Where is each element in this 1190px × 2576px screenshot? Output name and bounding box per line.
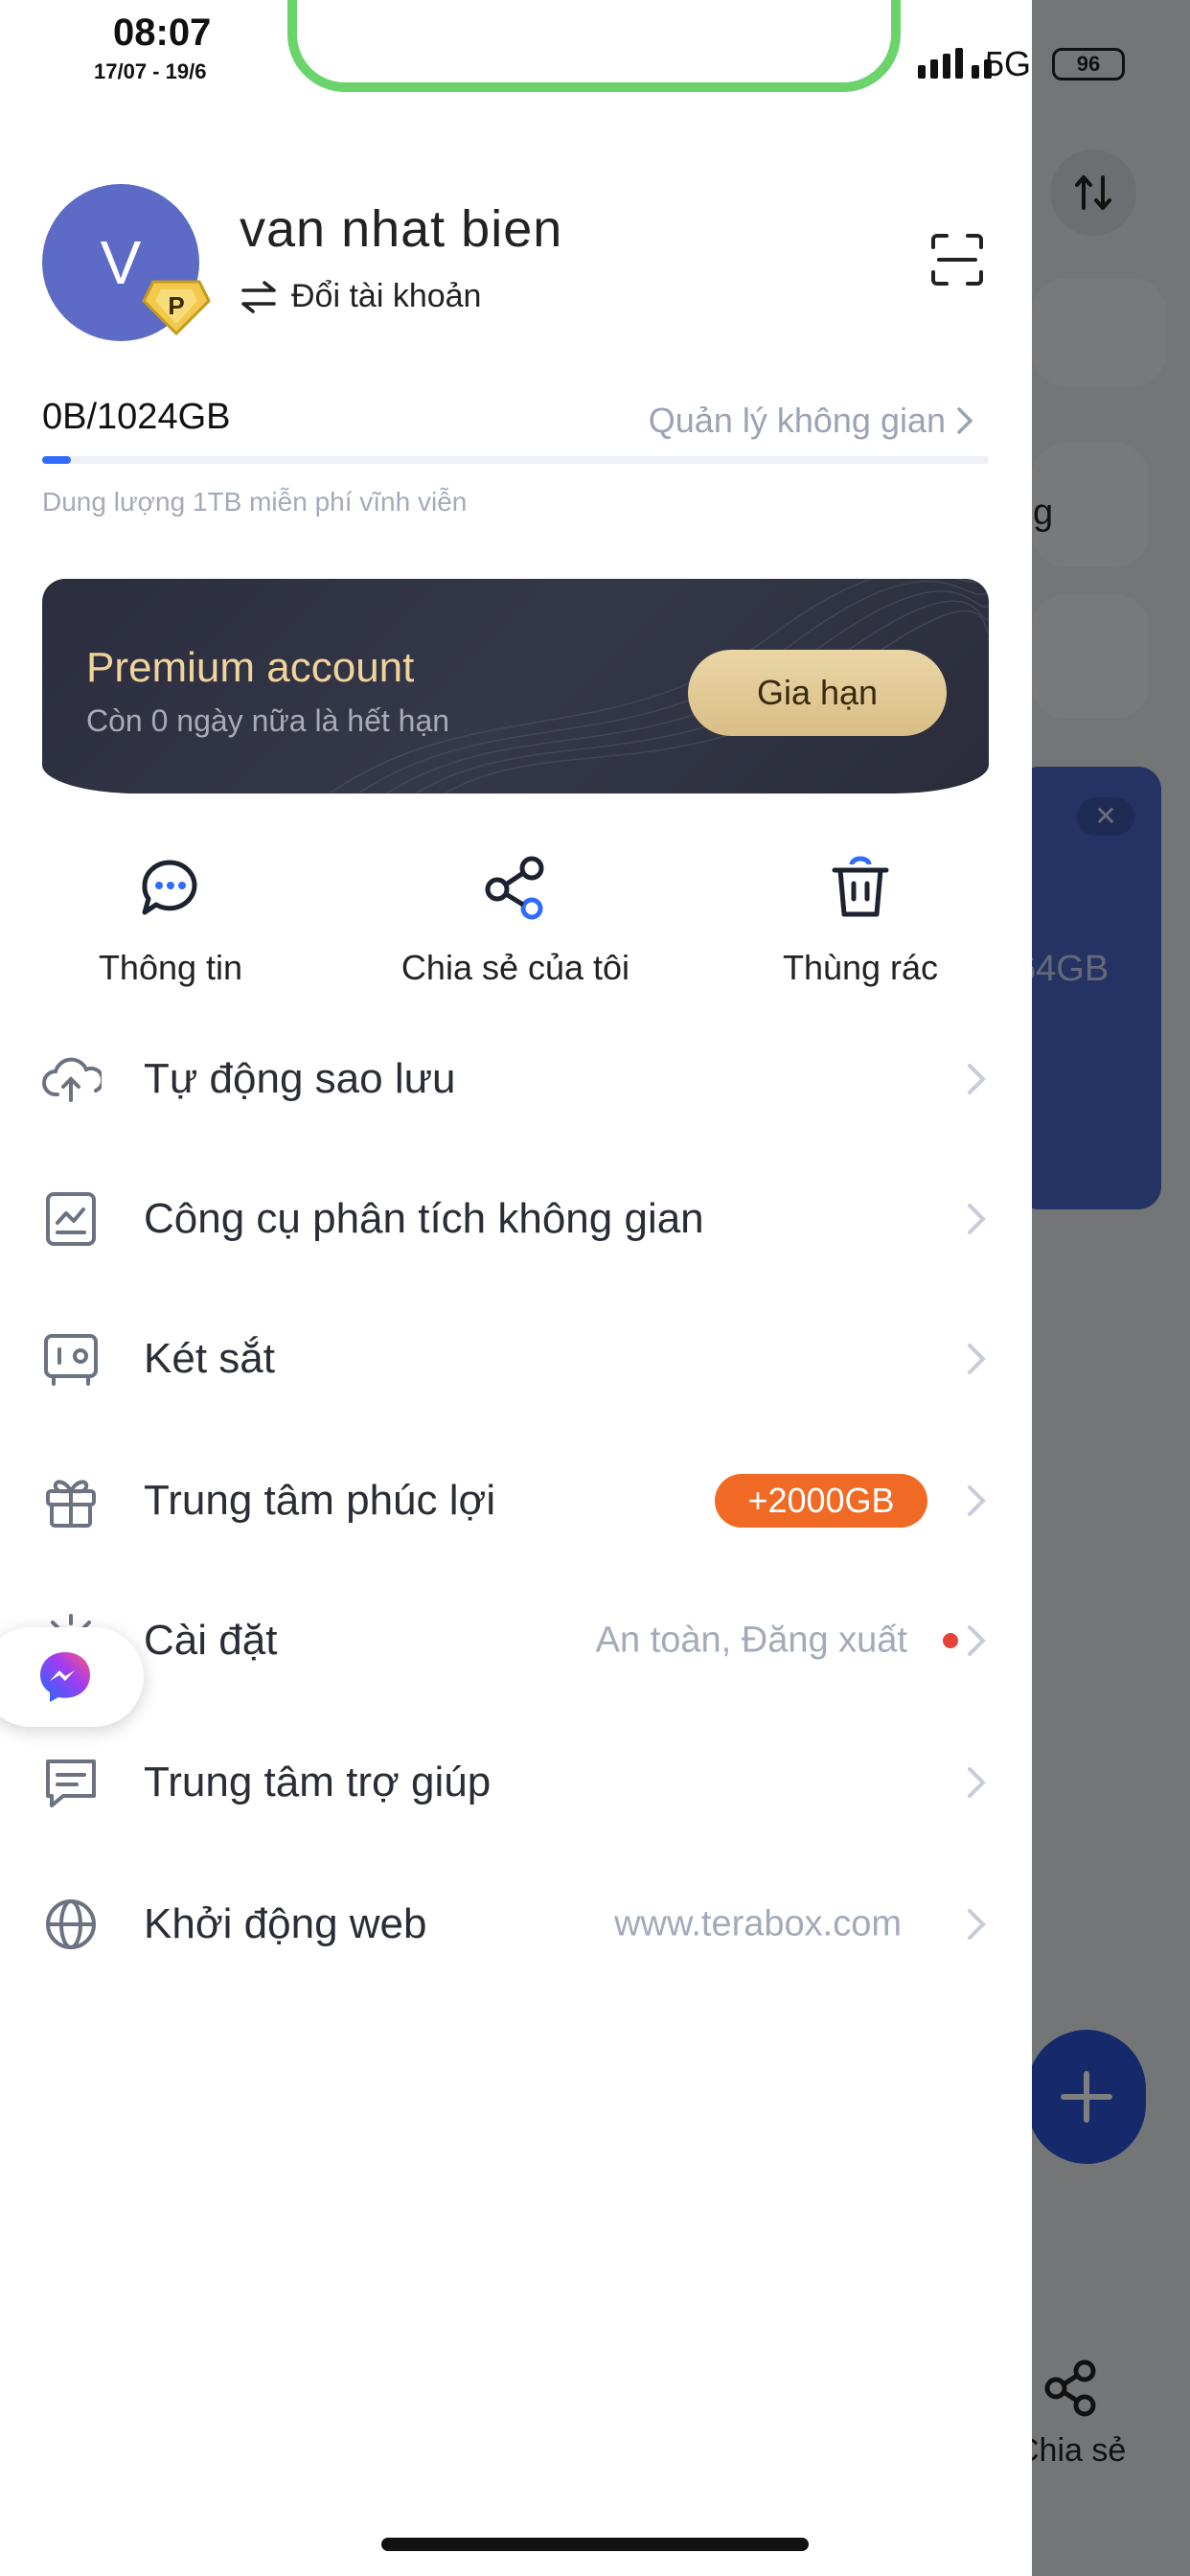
manage-space-link[interactable]: Quản lý không gian: [649, 401, 974, 441]
messenger-chat-bubble[interactable]: [0, 1627, 144, 1727]
network-label: 5G: [985, 44, 1032, 83]
quick-action-trash-label: Thùng rác: [782, 948, 939, 987]
chevron-right-icon: [968, 1909, 986, 1940]
dynamic-island: [287, 0, 901, 92]
chat-bubble-icon: [142, 860, 197, 915]
menu-benefits-center[interactable]: Trung tâm phúc lợi +2000GB: [0, 1434, 1032, 1568]
storage-progress-fill: [42, 456, 71, 464]
menu-settings-value: An toàn, Đăng xuất: [595, 1620, 907, 1661]
switch-account-label: Đổi tài khoản: [291, 278, 482, 314]
chevron-right-icon: [957, 407, 973, 434]
trash-icon: [832, 856, 889, 917]
menu-settings[interactable]: Cài đặt An toàn, Đăng xuất: [0, 1574, 1032, 1708]
signal-icon: [918, 48, 992, 79]
chevron-right-icon: [968, 1204, 986, 1234]
cloud-upload-icon: [42, 1057, 102, 1102]
swap-icon: [241, 280, 276, 313]
side-drawer: 08:07 17/07 - 19/6 V P van nhat bien Đổi…: [0, 0, 1032, 2576]
menu-help-center-label: Trung tâm trợ giúp: [144, 1759, 492, 1806]
menu-launch-web-value: www.terabox.com: [614, 1903, 902, 1944]
premium-card[interactable]: Premium account Còn 0 ngày nữa là hết hạ…: [42, 579, 989, 794]
status-date: 17/07 - 19/6: [94, 59, 207, 83]
menu-auto-backup[interactable]: Tự động sao lưu: [0, 1012, 1032, 1146]
chevron-right-icon: [968, 1767, 986, 1798]
dim-overlay[interactable]: [1032, 0, 1190, 2576]
avatar-letter: V: [100, 228, 142, 297]
screen: g ✕ 64GB Chia sẻ 08:07 17/07 - 19/6 V P: [0, 0, 1190, 2576]
storage-usage: 0B/1024GB: [42, 397, 231, 437]
gift-icon: [46, 1480, 96, 1528]
chevron-right-icon: [968, 1344, 986, 1374]
chevron-right-icon: [968, 1064, 986, 1094]
scan-icon[interactable]: [929, 232, 985, 288]
chevron-right-icon: [968, 1485, 986, 1516]
menu-launch-web[interactable]: Khởi động web www.terabox.com: [0, 1857, 1032, 1991]
globe-icon: [46, 1899, 96, 1949]
menu-auto-backup-label: Tự động sao lưu: [144, 1055, 456, 1102]
storage-bonus-badge: +2000GB: [715, 1474, 927, 1528]
menu-safe-label: Két sắt: [144, 1335, 275, 1382]
premium-badge-icon: P: [142, 280, 211, 336]
quick-action-info[interactable]: Thông tin: [27, 855, 314, 988]
menu-help-center[interactable]: Trung tâm trợ giúp: [0, 1715, 1032, 1850]
messenger-icon: [40, 1652, 90, 1702]
storage-progress-bar: [42, 456, 989, 464]
analysis-icon: [46, 1192, 96, 1246]
share-icon: [485, 856, 544, 920]
menu-space-analysis[interactable]: Công cụ phân tích không gian: [0, 1152, 1032, 1286]
chevron-right-icon: [968, 1625, 986, 1656]
user-name: van nhat bien: [240, 200, 563, 258]
status-time: 08:07: [113, 12, 212, 54]
renew-button[interactable]: Gia hạn: [688, 650, 947, 736]
quick-action-info-label: Thông tin: [98, 948, 243, 987]
premium-title: Premium account: [86, 644, 415, 691]
quick-action-trash[interactable]: Thùng rác: [717, 855, 1004, 988]
safe-icon: [44, 1334, 98, 1386]
menu-benefits-center-label: Trung tâm phúc lợi: [144, 1477, 496, 1524]
switch-account-button[interactable]: Đổi tài khoản: [240, 278, 481, 315]
menu-settings-label: Cài đặt: [144, 1617, 278, 1664]
menu-launch-web-label: Khởi động web: [144, 1900, 427, 1947]
quick-action-my-shares[interactable]: Chia sẻ của tôi: [372, 855, 659, 988]
notification-dot: [943, 1633, 958, 1648]
help-icon: [46, 1760, 96, 1807]
battery-indicator: 96: [1052, 48, 1125, 80]
premium-subtitle: Còn 0 ngày nữa là hết hạn: [86, 703, 450, 738]
premium-badge-letter: P: [168, 291, 184, 320]
menu-space-analysis-label: Công cụ phân tích không gian: [144, 1195, 704, 1242]
free-storage-note: Dung lượng 1TB miễn phí vĩnh viễn: [42, 487, 468, 517]
manage-space-label: Quản lý không gian: [648, 401, 946, 440]
home-indicator: [381, 2538, 809, 2551]
quick-action-my-shares-label: Chia sẻ của tôi: [400, 948, 630, 987]
menu-safe[interactable]: Két sắt: [0, 1292, 1032, 1426]
